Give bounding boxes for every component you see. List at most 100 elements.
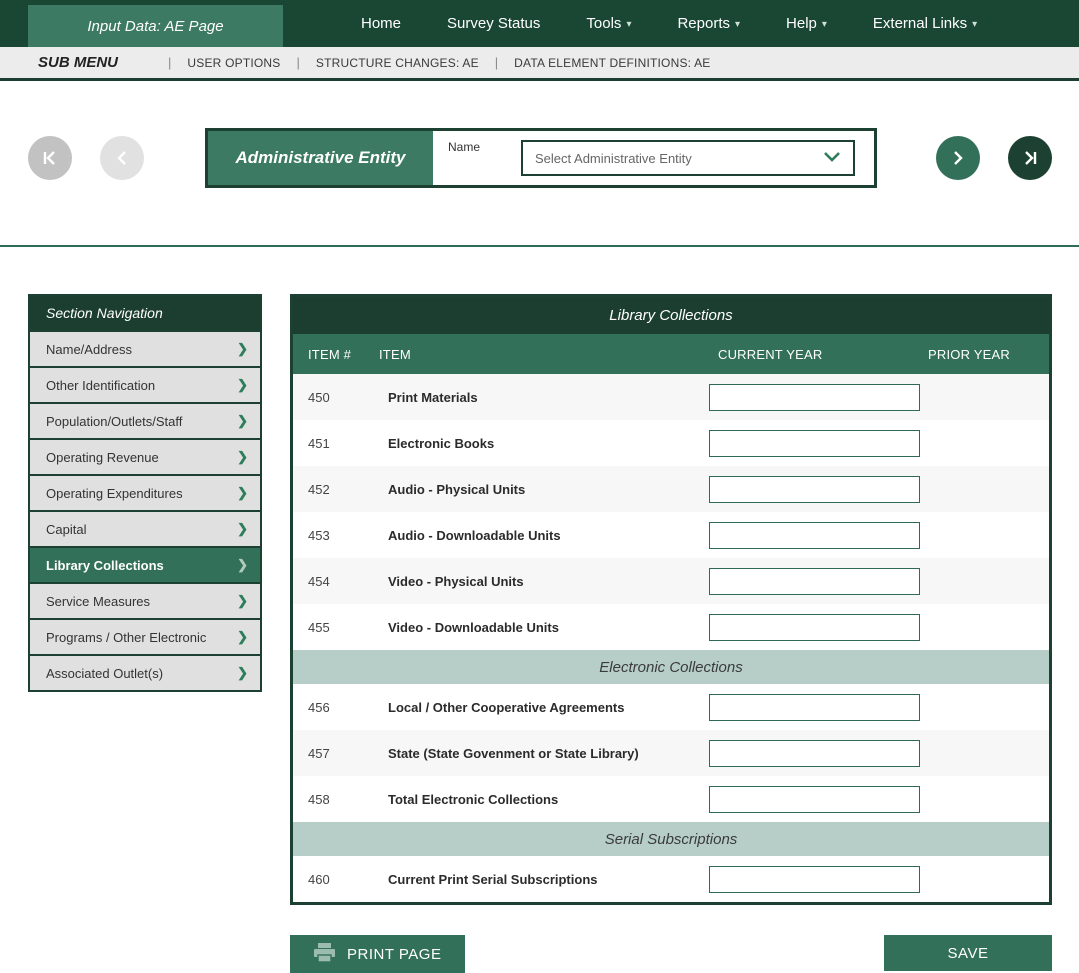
current-year-input[interactable] [709, 568, 920, 595]
next-record-button[interactable] [936, 136, 980, 180]
dropdown-caret-icon: ▾ [972, 19, 977, 30]
item-number: 451 [293, 436, 373, 451]
current-year-input[interactable] [709, 430, 920, 457]
current-year-input[interactable] [709, 866, 920, 893]
sidebar-item[interactable]: Library Collections ❯ [30, 546, 260, 582]
submenu-separator: | [168, 55, 171, 70]
submenu-item[interactable]: USER OPTIONS [187, 56, 280, 70]
current-year-input[interactable] [709, 740, 920, 767]
item-number: 460 [293, 872, 373, 887]
submenu-items: | USER OPTIONS | STRUCTURE CHANGES: AE | DA… [152, 55, 710, 70]
entity-selector-band: Administrative Entity Name Select Admini… [0, 81, 1079, 247]
item-number: 458 [293, 792, 373, 807]
administrative-entity-select[interactable]: Select Administrative Entity [521, 140, 855, 176]
item-label: Current Print Serial Subscriptions [373, 872, 703, 887]
nav-item[interactable]: Reports▾ [677, 15, 740, 32]
nav-item[interactable]: Survey Status▾ [447, 15, 540, 32]
sidebar-item[interactable]: Associated Outlet(s) ❯ [30, 654, 260, 690]
sidebar-item[interactable]: Operating Revenue ❯ [30, 438, 260, 474]
last-record-button[interactable] [1008, 136, 1052, 180]
active-tab-input-data-ae[interactable]: Input Data: AE Page [28, 5, 283, 47]
column-header: ITEM # [293, 347, 373, 362]
nav-links: Home▾ Survey Status▾ Tools▾ Reports▾ Hel… [361, 0, 977, 47]
nav-item[interactable]: Help▾ [786, 15, 827, 32]
entity-name-label: Name [448, 140, 521, 185]
nav-item[interactable]: External Links▾ [873, 15, 977, 32]
sidebar-item[interactable]: Operating Expenditures ❯ [30, 474, 260, 510]
sidebar-item[interactable]: Name/Address ❯ [30, 330, 260, 366]
sidebar-item[interactable]: Population/Outlets/Staff ❯ [30, 402, 260, 438]
library-collections-table: Library Collections ITEM # ITEM CURRENT … [290, 294, 1052, 905]
table-section-header: Electronic Collections [293, 650, 1049, 684]
item-label: State (State Govenment or State Library) [373, 746, 703, 761]
item-number: 456 [293, 700, 373, 715]
chevron-right-icon: ❯ [237, 665, 248, 681]
item-label: Audio - Downloadable Units [373, 528, 703, 543]
chevron-right-icon: ❯ [237, 593, 248, 609]
next-record-icon [952, 150, 964, 166]
table-row: 456 Local / Other Cooperative Agreements [293, 684, 1049, 730]
table-title: Library Collections [293, 297, 1049, 334]
item-label: Local / Other Cooperative Agreements [373, 700, 703, 715]
column-header: PRIOR YEAR [928, 347, 1049, 362]
printer-icon [314, 943, 335, 966]
chevron-right-icon: ❯ [237, 557, 248, 573]
chevron-right-icon: ❯ [237, 485, 248, 501]
item-label: Video - Physical Units [373, 574, 703, 589]
item-number: 455 [293, 620, 373, 635]
last-record-icon [1021, 150, 1039, 166]
table-row: 455 Video - Downloadable Units [293, 604, 1049, 650]
chevron-right-icon: ❯ [237, 449, 248, 465]
chevron-right-icon: ❯ [237, 341, 248, 357]
nav-item[interactable]: Tools▾ [586, 15, 631, 32]
submenu-item[interactable]: DATA ELEMENT DEFINITIONS: AE [514, 56, 710, 70]
sidebar-title: Section Navigation [30, 296, 260, 330]
table-row: 450 Print Materials [293, 374, 1049, 420]
chevron-right-icon: ❯ [237, 629, 248, 645]
section-navigation-sidebar: Section Navigation Name/Address ❯ Other … [28, 294, 262, 692]
sub-menu-bar: SUB MENU | USER OPTIONS | STRUCTURE CHANGE… [0, 47, 1079, 81]
item-number: 450 [293, 390, 373, 405]
chevron-right-icon: ❯ [237, 413, 248, 429]
first-record-icon [41, 150, 59, 166]
sidebar-item[interactable]: Service Measures ❯ [30, 582, 260, 618]
table-row: 451 Electronic Books [293, 420, 1049, 466]
top-nav-bar: Input Data: AE Page Home▾ Survey Status▾… [0, 0, 1079, 47]
dropdown-caret-icon: ▾ [822, 19, 827, 30]
submenu-separator: | [495, 55, 498, 70]
table-section-header: Serial Subscriptions [293, 822, 1049, 856]
item-label: Audio - Physical Units [373, 482, 703, 497]
submenu-separator: | [297, 55, 300, 70]
item-number: 452 [293, 482, 373, 497]
table-row: 452 Audio - Physical Units [293, 466, 1049, 512]
current-year-input[interactable] [709, 476, 920, 503]
previous-record-button[interactable] [100, 136, 144, 180]
item-number: 453 [293, 528, 373, 543]
current-year-input[interactable] [709, 384, 920, 411]
current-year-input[interactable] [709, 694, 920, 721]
table-row: 458 Total Electronic Collections [293, 776, 1049, 822]
current-year-input[interactable] [709, 522, 920, 549]
table-row: 454 Video - Physical Units [293, 558, 1049, 604]
chevron-right-icon: ❯ [237, 521, 248, 537]
select-chevron-down-icon [823, 149, 841, 167]
submenu-item[interactable]: STRUCTURE CHANGES: AE [316, 56, 479, 70]
item-label: Electronic Books [373, 436, 703, 451]
column-header: CURRENT YEAR [703, 347, 928, 362]
print-page-button[interactable]: PRINT PAGE [290, 935, 465, 973]
current-year-input[interactable] [709, 614, 920, 641]
item-label: Video - Downloadable Units [373, 620, 703, 635]
item-label: Total Electronic Collections [373, 792, 703, 807]
sidebar-item[interactable]: Capital ❯ [30, 510, 260, 546]
current-year-input[interactable] [709, 786, 920, 813]
save-button[interactable]: SAVE [884, 935, 1052, 971]
table-row: 453 Audio - Downloadable Units [293, 512, 1049, 558]
sidebar-item[interactable]: Other Identification ❯ [30, 366, 260, 402]
first-record-button[interactable] [28, 136, 72, 180]
nav-item[interactable]: Home▾ [361, 15, 401, 32]
table-row: 457 State (State Govenment or State Libr… [293, 730, 1049, 776]
column-header: ITEM [373, 347, 703, 362]
administrative-entity-panel: Administrative Entity Name Select Admini… [205, 128, 877, 188]
submenu-title: SUB MENU [38, 54, 118, 71]
sidebar-item[interactable]: Programs / Other Electronic ❯ [30, 618, 260, 654]
